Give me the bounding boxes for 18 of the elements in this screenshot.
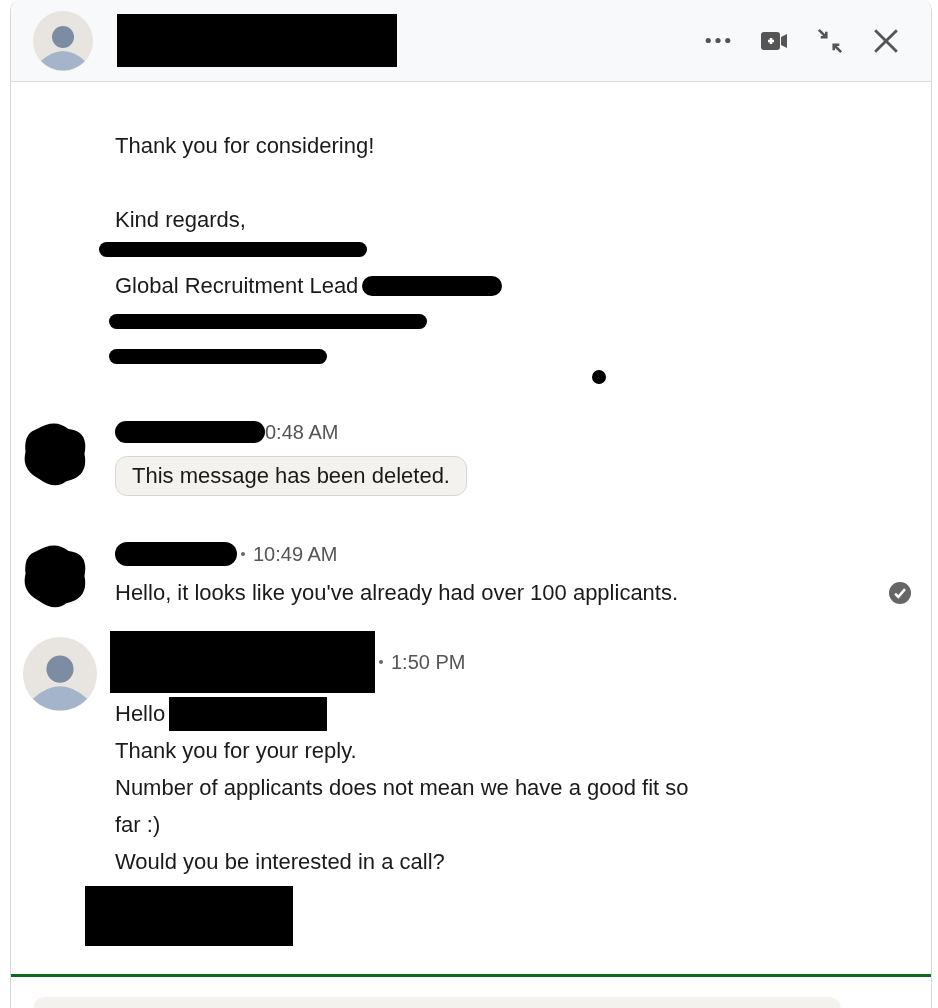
more-icon[interactable] — [705, 37, 731, 44]
message-text: Kind regards, — [115, 206, 246, 234]
redaction-mark — [592, 370, 606, 384]
message-text: Thank you for your reply. — [115, 737, 357, 765]
message-text: Thank you for considering! — [115, 132, 375, 160]
message-text: Global Recruitment Lead — [115, 272, 359, 300]
message-text: Hello — [115, 700, 166, 728]
avatar-icon — [23, 637, 97, 711]
avatar-icon — [33, 10, 93, 71]
timestamp: 10:49 AM — [253, 542, 338, 566]
timestamp: 1:50 PM — [391, 650, 466, 674]
close-icon[interactable] — [873, 27, 899, 54]
minimize-icon[interactable] — [817, 27, 843, 54]
deleted-message: This message has been deleted. — [115, 456, 467, 496]
message-text: Hello, it looks like you've already had over 100 applicants. — [115, 579, 679, 607]
message-text: Would you be interested in a call? — [115, 848, 445, 876]
message-text: Number of applicants does not mean we have a good fit so far :) — [115, 774, 690, 839]
timestamp: 0:48 AM — [265, 420, 339, 444]
